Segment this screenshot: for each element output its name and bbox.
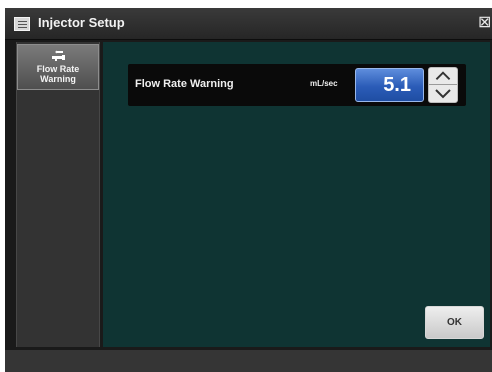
decrement-arrow-icon[interactable]: [429, 85, 457, 102]
ok-button[interactable]: OK: [425, 306, 484, 339]
sidebar-item-flow-rate-warning[interactable]: Flow Rate Warning: [17, 44, 99, 90]
injector-setup-window: Injector Setup ⊠ Flow Rate Warning Flow …: [5, 8, 492, 372]
value-stepper: [428, 67, 458, 103]
flow-rate-warning-setting: Flow Rate Warning mL/sec 5.1: [128, 64, 466, 106]
setting-unit: mL/sec: [310, 79, 338, 88]
close-icon[interactable]: ⊠: [478, 14, 492, 32]
main-panel: Flow Rate Warning mL/sec 5.1 OK: [103, 42, 490, 347]
sidebar: Flow Rate Warning: [16, 42, 100, 347]
sidebar-item-label: Flow Rate Warning: [36, 64, 80, 84]
window-title: Injector Setup: [38, 15, 125, 30]
flow-rate-value[interactable]: 5.1: [355, 68, 424, 102]
footer-bar: [5, 350, 492, 372]
title-bar: Injector Setup ⊠: [5, 8, 492, 40]
injector-syringe-icon: [52, 50, 65, 61]
setting-label: Flow Rate Warning: [135, 78, 234, 90]
increment-arrow-icon[interactable]: [429, 68, 457, 85]
list-icon: [14, 17, 30, 31]
